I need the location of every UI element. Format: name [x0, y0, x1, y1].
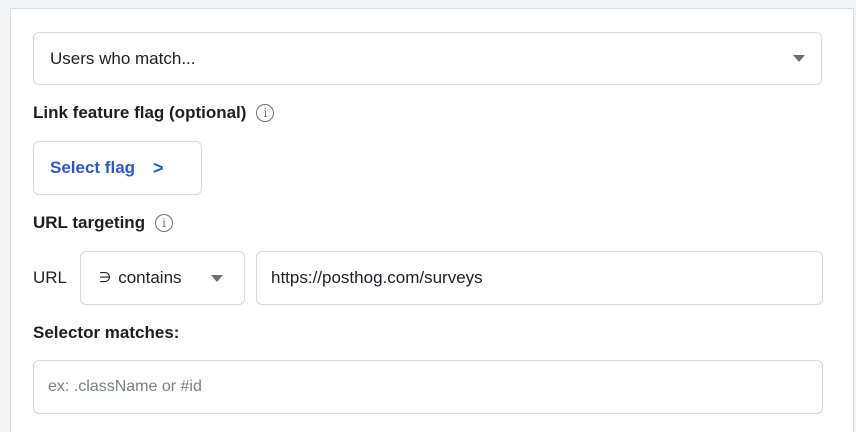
- page: Users who match... Link feature flag (op…: [0, 0, 856, 432]
- select-flag-button[interactable]: Select flag >: [33, 141, 202, 195]
- selector-input[interactable]: [33, 360, 823, 414]
- feature-flag-heading: Link feature flag (optional) i: [33, 103, 275, 123]
- select-flag-label: Select flag: [50, 158, 136, 177]
- url-operator-select[interactable]: ∋ contains: [80, 251, 245, 305]
- audience-select-value: Users who match...: [50, 48, 196, 68]
- url-row-label: URL: [33, 268, 68, 287]
- selector-heading: Selector matches:: [33, 323, 179, 343]
- audience-select[interactable]: Users who match...: [33, 32, 822, 85]
- chevron-down-icon: [211, 274, 223, 282]
- info-icon[interactable]: i: [155, 214, 174, 232]
- feature-flag-label: Link feature flag (optional): [33, 103, 247, 122]
- contains-symbol-icon: ∋: [99, 270, 112, 286]
- url-operator-value: contains: [118, 268, 182, 287]
- url-targeting-heading: URL targeting i: [33, 213, 174, 233]
- chevron-right-icon: >: [153, 157, 164, 178]
- info-icon[interactable]: i: [256, 104, 275, 122]
- selector-label: Selector matches:: [33, 323, 180, 342]
- chevron-down-icon: [793, 55, 805, 62]
- url-targeting-label: URL targeting: [33, 213, 146, 232]
- url-input[interactable]: [256, 251, 823, 305]
